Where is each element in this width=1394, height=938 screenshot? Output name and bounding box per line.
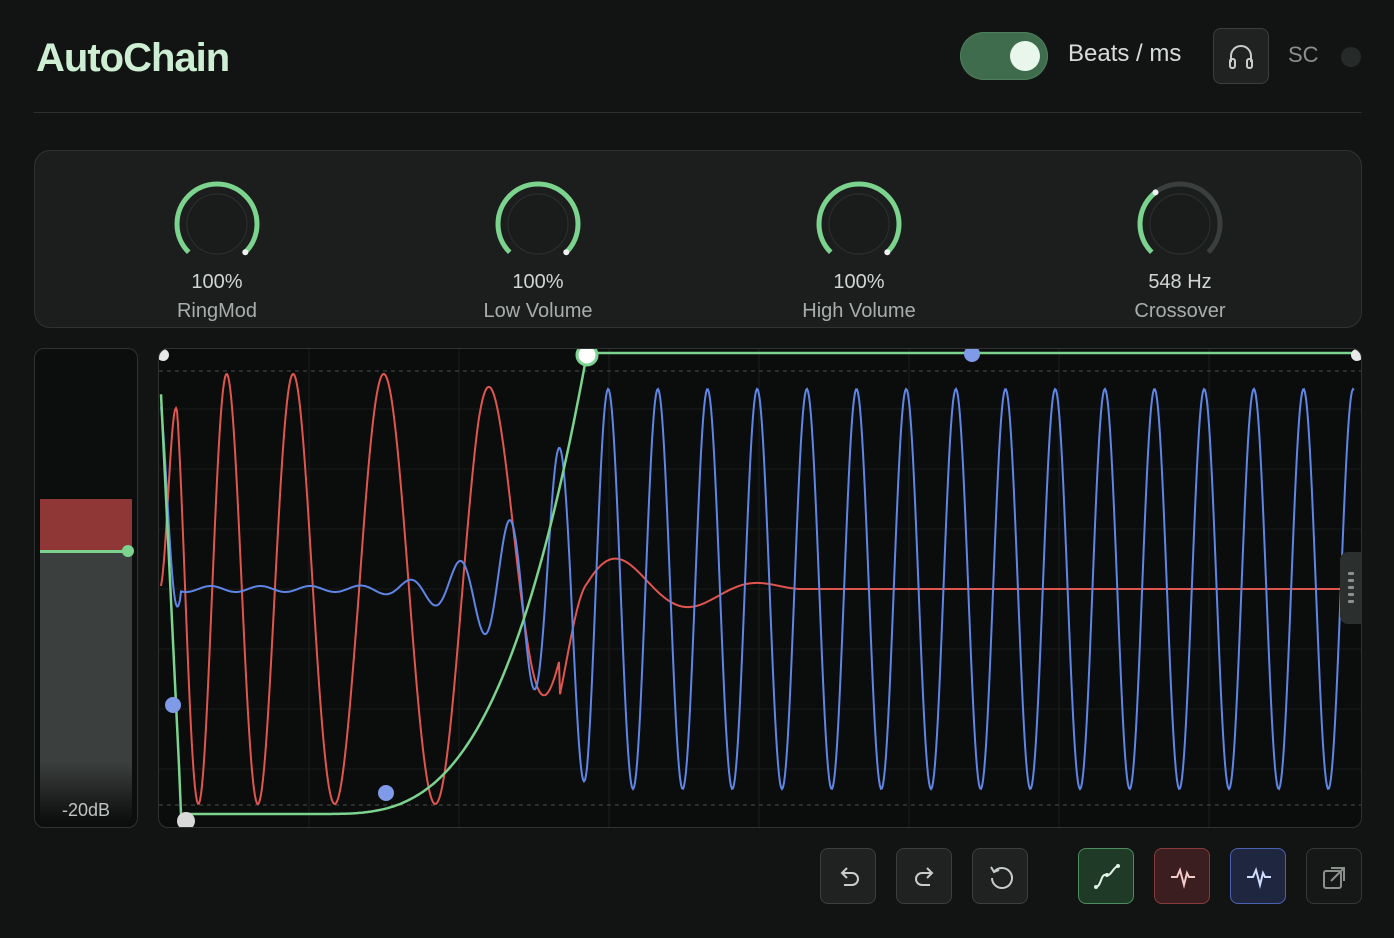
low-volume-label: Low Volume (483, 300, 593, 322)
envelope-origin-point[interactable] (159, 349, 169, 361)
popout-icon (1323, 867, 1345, 889)
popout-button[interactable] (1306, 848, 1362, 904)
beats-ms-toggle[interactable] (960, 32, 1048, 80)
threshold-handle[interactable] (122, 544, 134, 557)
low-volume-value: 100% (512, 271, 564, 293)
headphones-icon (1229, 45, 1253, 69)
toggle-knob (1010, 41, 1040, 71)
knob-indicator (242, 249, 249, 256)
envelope-curve-handle[interactable] (964, 349, 980, 362)
threshold-line[interactable] (40, 549, 128, 553)
low-band-view-button[interactable] (1154, 848, 1210, 904)
reset-icon (990, 866, 1013, 889)
knob-indicator (1152, 189, 1159, 196)
curve-icon (1094, 864, 1120, 889)
reset-button[interactable] (972, 848, 1028, 904)
ringmod-value: 100% (191, 271, 243, 293)
app-title: AutoChain (36, 36, 230, 80)
high-volume-knob[interactable] (814, 179, 904, 269)
high-band-view-button[interactable] (1230, 848, 1286, 904)
envelope-peak-point[interactable] (575, 349, 599, 367)
high-volume-value: 100% (833, 271, 885, 293)
header-divider (34, 112, 1362, 113)
envelope-end-point[interactable] (1351, 349, 1362, 361)
redo-button[interactable] (896, 848, 952, 904)
meter-reduction-zone (40, 499, 132, 551)
envelope-graph[interactable] (158, 348, 1362, 828)
envelope-graph-canvas[interactable] (159, 349, 1362, 828)
knob-body (186, 193, 248, 255)
knob-body (1149, 193, 1211, 255)
knob-group-low-volume: 100% Low Volume (438, 179, 638, 323)
envelope-curve-handle[interactable] (378, 785, 394, 801)
crossover-label: Crossover (1134, 300, 1226, 322)
knob-indicator (884, 249, 891, 256)
meter-db-label: -20dB (61, 800, 111, 820)
knob-body (507, 193, 569, 255)
knob-panel: 100% RingMod 100% Low Volume 100% High V… (34, 150, 1362, 328)
beats-ms-label: Beats / ms (1068, 40, 1182, 67)
ringmod-knob[interactable] (172, 179, 262, 269)
high-volume-label: High Volume (802, 300, 916, 322)
knob-group-ringmod: 100% RingMod (117, 179, 317, 323)
undo-button[interactable] (820, 848, 876, 904)
undo-icon (840, 867, 859, 886)
graph-resize-handle[interactable] (1340, 552, 1362, 624)
sidechain-led[interactable] (1341, 47, 1361, 67)
level-meter[interactable]: -20dB (34, 348, 138, 828)
crossover-knob[interactable] (1135, 179, 1225, 269)
listen-button[interactable] (1213, 28, 1269, 84)
low-band-wave-icon (1171, 866, 1195, 889)
knob-body (828, 193, 890, 255)
envelope-curve-handle[interactable] (165, 697, 181, 713)
knob-indicator (563, 249, 570, 256)
high-band-wave-icon (1247, 866, 1271, 889)
curve-mode-button[interactable] (1078, 848, 1134, 904)
knob-group-crossover: 548 Hz Crossover (1080, 179, 1280, 323)
crossover-value: 548 Hz (1148, 271, 1212, 293)
low-volume-knob[interactable] (493, 179, 583, 269)
ringmod-label: RingMod (176, 300, 258, 322)
sidechain-label: SC (1288, 42, 1319, 67)
redo-icon (915, 867, 934, 886)
knob-group-high-volume: 100% High Volume (759, 179, 959, 323)
